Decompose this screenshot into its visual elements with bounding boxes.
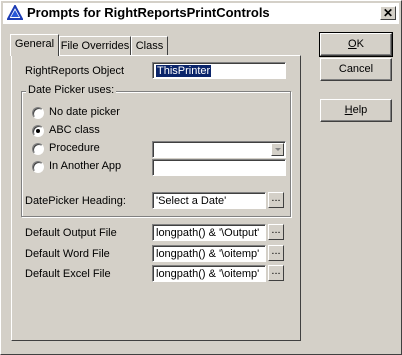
radio-procedure[interactable] bbox=[32, 143, 44, 155]
ok-button[interactable]: OK bbox=[319, 32, 393, 57]
procedure-combo[interactable] bbox=[152, 141, 286, 158]
excel-field[interactable]: longpath() & '\oitemp' bbox=[152, 265, 266, 282]
object-label: RightReports Object bbox=[25, 65, 125, 77]
dialog-window: Prompts for RightReportsPrintControls ✕ … bbox=[0, 0, 402, 355]
heading-label: DatePicker Heading: bbox=[25, 195, 126, 207]
radio-label-in-another-app: In Another App bbox=[49, 160, 122, 172]
chevron-down-icon[interactable] bbox=[271, 143, 284, 156]
output-field[interactable]: longpath() & '\Output' bbox=[152, 224, 266, 241]
output-label: Default Output File bbox=[25, 227, 117, 239]
excel-label: Default Excel File bbox=[25, 268, 111, 280]
excel-browse-button[interactable]: ... bbox=[268, 265, 284, 281]
word-field[interactable]: longpath() & '\oitemp' bbox=[152, 245, 266, 262]
close-button[interactable]: ✕ bbox=[380, 6, 396, 20]
radio-abc-class[interactable] bbox=[32, 125, 44, 137]
radio-in-another-app[interactable] bbox=[32, 161, 44, 173]
output-browse-button[interactable]: ... bbox=[268, 224, 284, 240]
word-label: Default Word File bbox=[25, 248, 110, 260]
group-title: Date Picker uses: bbox=[26, 84, 117, 96]
title-bar: Prompts for RightReportsPrintControls ✕ bbox=[3, 3, 399, 24]
cancel-button[interactable]: Cancel bbox=[320, 58, 392, 81]
another-app-field[interactable] bbox=[152, 159, 286, 176]
tab-file-overrides[interactable]: File Overrides bbox=[59, 36, 131, 55]
radio-label-no-date-picker: No date picker bbox=[49, 106, 120, 118]
tab-class[interactable]: Class bbox=[131, 36, 168, 55]
help-button[interactable]: Help bbox=[320, 99, 392, 122]
app-icon bbox=[6, 3, 24, 21]
heading-browse-button[interactable]: ... bbox=[268, 192, 284, 208]
window-title: Prompts for RightReportsPrintControls bbox=[27, 5, 270, 20]
object-field[interactable]: ThisPrinter bbox=[152, 62, 286, 79]
word-browse-button[interactable]: ... bbox=[268, 245, 284, 261]
radio-label-abc-class: ABC class bbox=[49, 124, 100, 136]
radio-no-date-picker[interactable] bbox=[32, 107, 44, 119]
radio-label-procedure: Procedure bbox=[49, 142, 100, 154]
tab-general[interactable]: General bbox=[10, 34, 59, 56]
heading-field[interactable]: 'Select a Date' bbox=[152, 192, 266, 209]
